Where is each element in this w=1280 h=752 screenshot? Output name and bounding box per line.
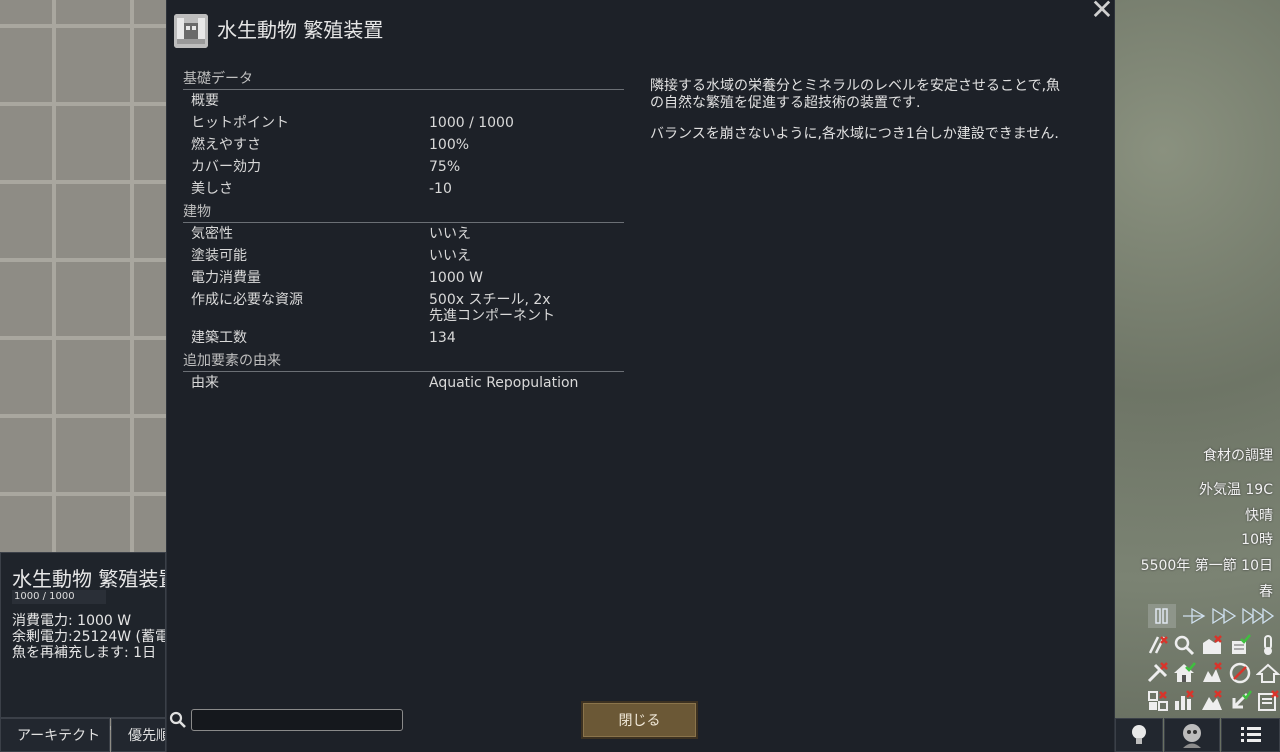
search-icon: [169, 711, 187, 729]
stat-row[interactable]: ヒットポイント 1000 / 1000: [183, 112, 624, 134]
description: 隣接する水域の栄養分とミネラルのレベルを安定させることで,魚の自然な繁殖を促進す…: [650, 78, 1070, 157]
tab-architect[interactable]: アーキテクト: [0, 718, 110, 752]
list-toggle-icon[interactable]: [1256, 689, 1280, 713]
stat-value: Aquatic Repopulation: [429, 375, 579, 391]
inspect-line: 魚を再補充します: 1日: [12, 645, 157, 661]
fertility-toggle-icon[interactable]: [1200, 661, 1224, 685]
stats-panel: 基礎データ概要ヒットポイント 1000 / 1000 燃えやすさ 100% カバー効力 7…: [183, 70, 624, 394]
stat-row[interactable]: 電力消費量 1000 W: [183, 267, 624, 289]
time-of-day: 10時: [1241, 532, 1273, 548]
zone-toggle-icon[interactable]: [1146, 689, 1170, 713]
map-area-right[interactable]: [1113, 0, 1280, 752]
outdoor-temperature: 外気温 19C: [1198, 482, 1273, 498]
speed-superfast-icon[interactable]: [1241, 604, 1277, 628]
stat-row[interactable]: 由来 Aquatic Repopulation: [183, 372, 624, 394]
stat-row[interactable]: 建築工数 134: [183, 327, 624, 349]
date-label: 5500年 第一節 10日: [1140, 558, 1273, 574]
stat-label: 塗装可能: [191, 248, 247, 264]
stat-label: 気密性: [191, 226, 233, 242]
stat-label: 作成に必要な資源: [191, 292, 303, 308]
stats-toggle-icon[interactable]: [1172, 689, 1196, 713]
stat-value: いいえ: [429, 226, 471, 242]
hp-text: 1000 / 1000: [14, 591, 75, 602]
speed-fast-icon[interactable]: [1210, 604, 1240, 628]
current-activity: 食材の調理: [1203, 448, 1273, 464]
stat-label: 由来: [191, 375, 219, 391]
home-area-toggle-icon[interactable]: [1172, 661, 1196, 685]
show-beauty-toggle-icon[interactable]: [1200, 633, 1224, 657]
stat-value: 100%: [429, 137, 470, 153]
close-button[interactable]: 閉じる: [581, 701, 698, 739]
section-header: 基礎データ: [183, 70, 624, 90]
section-header: 建物: [183, 203, 624, 223]
stat-value: [429, 90, 624, 112]
magnify-toggle-icon[interactable]: [1172, 633, 1196, 657]
speed-normal-icon[interactable]: [1180, 604, 1208, 628]
stat-value: 75%: [429, 159, 461, 175]
inspect-panel: 水生動物 繁殖装置 1000 / 1000 消費電力: 1000 W 余剰電力:…: [0, 552, 166, 718]
menu-list-icon[interactable]: [1221, 718, 1280, 752]
no-entry-toggle-icon[interactable]: [1228, 661, 1252, 685]
stat-label: 電力消費量: [191, 270, 261, 286]
hp-bar: 1000 / 1000: [12, 590, 106, 604]
stat-row[interactable]: 概要: [183, 90, 624, 112]
stat-label: 美しさ: [191, 181, 233, 197]
stat-value: いいえ: [429, 248, 471, 264]
stat-value: 500x スチール, 2x 先進コンポーネント: [429, 292, 555, 324]
inspect-title: 水生動物 繁殖装置: [12, 567, 166, 591]
tab-priority[interactable]: 優先順: [111, 718, 166, 752]
description-paragraph: 隣接する水域の栄養分とミネラルのレベルを安定させることで,魚の自然な繁殖を促進す…: [650, 78, 1061, 111]
stat-label: 概要: [191, 93, 219, 109]
building-icon: [174, 14, 208, 48]
stat-value: 1000 / 1000: [429, 115, 514, 131]
roof-toggle-icon[interactable]: [1255, 661, 1280, 685]
temperature-toggle-icon[interactable]: [1256, 633, 1280, 657]
stat-row[interactable]: 美しさ -10: [183, 178, 624, 200]
season-label: 春: [1259, 584, 1273, 600]
stat-label: カバー効力: [191, 159, 261, 175]
terrain-toggle-icon[interactable]: [1200, 689, 1224, 713]
description-paragraph: バランスを崩さないように,各水域につき1台しか建設できません.: [650, 126, 1059, 142]
colonist-portrait-icon[interactable]: [1164, 718, 1220, 752]
auto-rebuild-toggle-icon[interactable]: [1146, 633, 1170, 657]
stat-row[interactable]: 燃えやすさ 100%: [183, 134, 624, 156]
stat-row[interactable]: 塗装可能 いいえ: [183, 245, 624, 267]
auto-home-area-toggle-icon[interactable]: [1146, 661, 1170, 685]
stat-row[interactable]: カバー効力 75%: [183, 156, 624, 178]
lightbulb-icon[interactable]: [1115, 718, 1163, 752]
stat-label: ヒットポイント: [191, 115, 289, 131]
stat-value: -10: [429, 181, 452, 197]
search-input[interactable]: [191, 709, 403, 731]
weather-label: 快晴: [1245, 508, 1273, 524]
close-icon[interactable]: ✕: [1090, 0, 1114, 24]
stat-value: 1000 W: [429, 270, 483, 286]
show-roof-toggle-icon[interactable]: [1228, 633, 1252, 657]
stat-row[interactable]: 作成に必要な資源 500x スチール, 2x 先進コンポーネント: [183, 289, 624, 327]
stat-value: 134: [429, 330, 456, 346]
arrow-toggle-icon[interactable]: [1228, 689, 1253, 713]
section-header: 追加要素の由来: [183, 352, 624, 372]
pause-icon[interactable]: [1148, 604, 1176, 628]
stat-label: 燃えやすさ: [191, 137, 261, 153]
dialog-title: 水生動物 繁殖装置: [217, 18, 384, 42]
stat-label: 建築工数: [191, 330, 247, 346]
stat-row[interactable]: 気密性 いいえ: [183, 223, 624, 245]
